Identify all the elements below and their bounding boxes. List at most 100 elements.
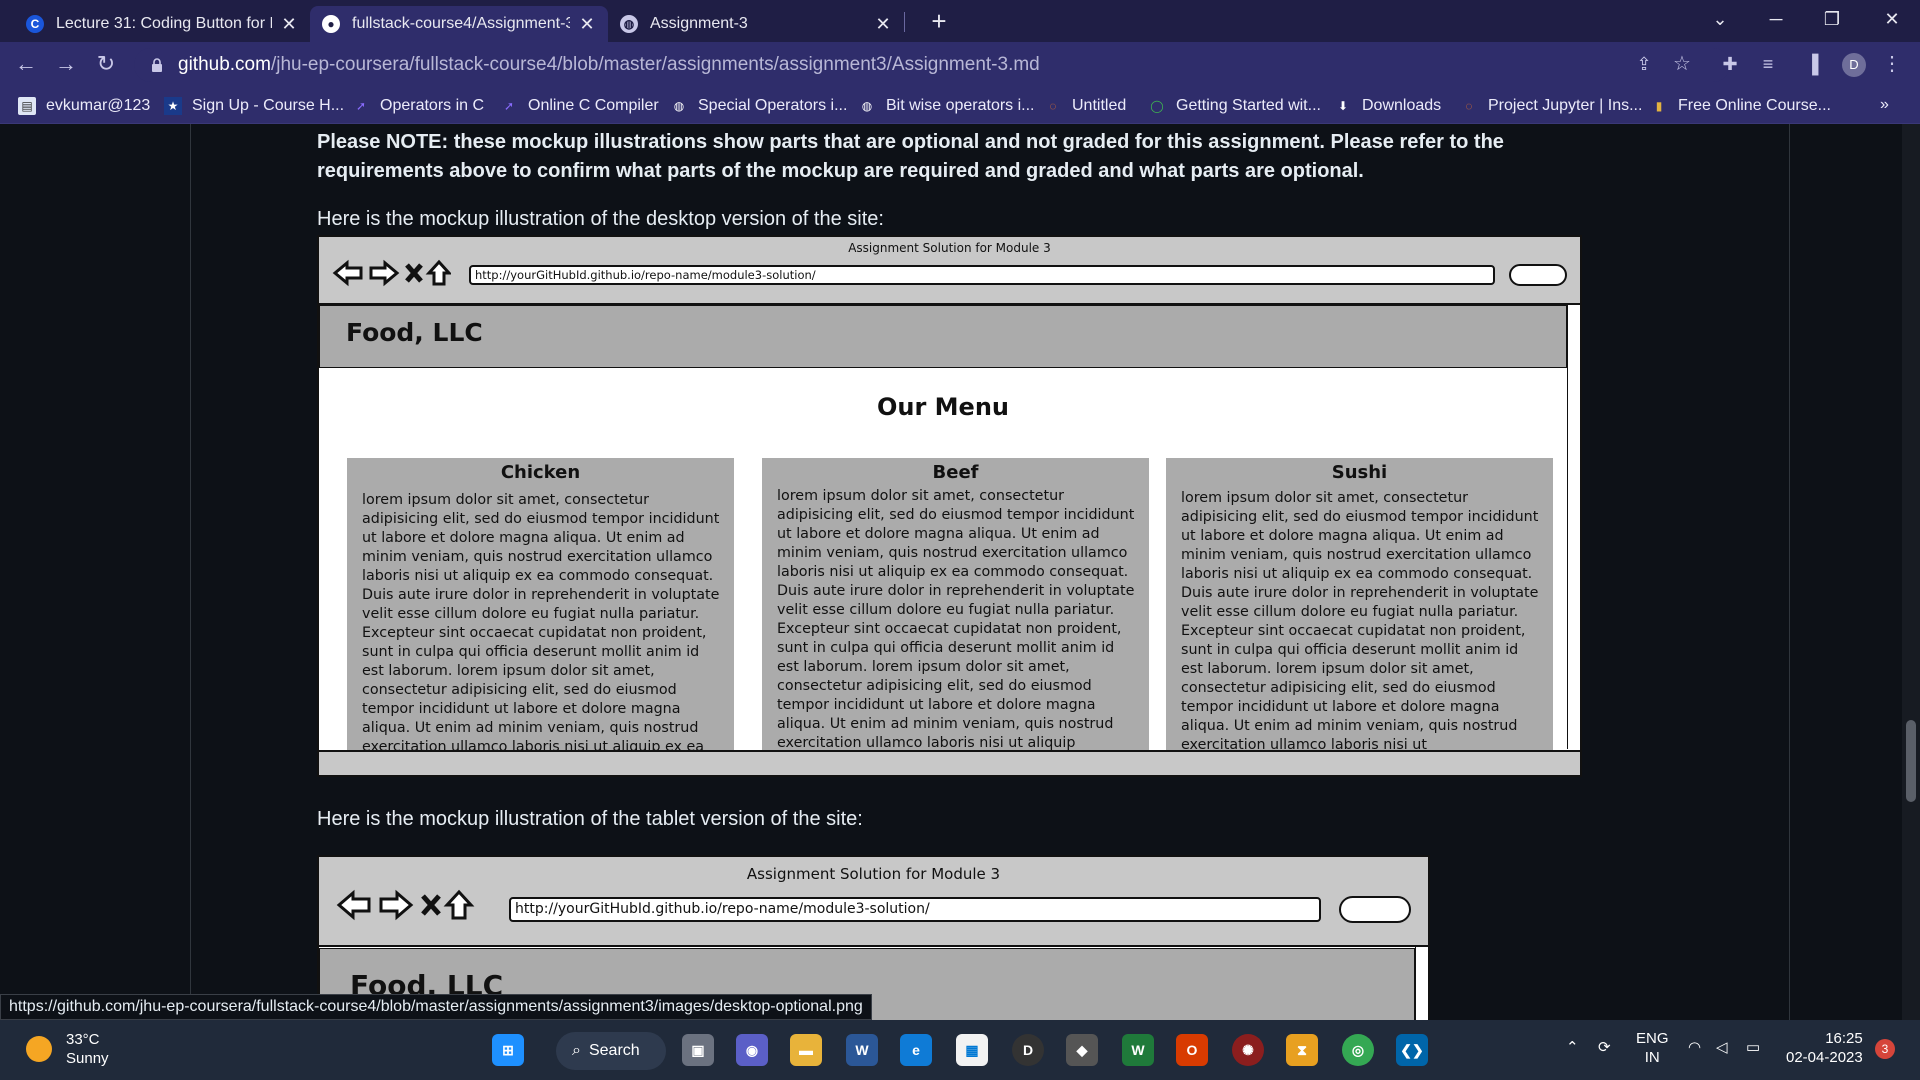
- task-view-icon[interactable]: ▣: [682, 1034, 714, 1066]
- new-tab-button[interactable]: +: [922, 6, 956, 40]
- scrollbar-thumb[interactable]: [1906, 720, 1916, 802]
- app-icon[interactable]: ✺: [1232, 1034, 1264, 1066]
- bookmark-item[interactable]: ◌ Project Jupyter | Ins...: [1460, 94, 1642, 118]
- show-hidden-icons[interactable]: ⌃: [1566, 1038, 1579, 1057]
- vscode-icon[interactable]: ❮❯: [1396, 1034, 1428, 1066]
- bookmark-label: Free Online Course...: [1678, 97, 1831, 114]
- mockup-search-icon: [1509, 264, 1567, 286]
- bookmark-item[interactable]: ➚ Operators in C: [352, 94, 484, 118]
- language-code: ENG: [1636, 1030, 1669, 1047]
- url-path: /jhu-ep-coursera/fullstack-course4/blob/…: [270, 54, 1040, 75]
- bookmark-label: Special Operators i...: [698, 97, 848, 114]
- notification-badge[interactable]: 3: [1875, 1039, 1895, 1059]
- back-button[interactable]: ←: [10, 49, 42, 81]
- tab-search-chevron-icon[interactable]: ⌄: [1692, 0, 1748, 42]
- url-domain: github.com: [178, 54, 271, 75]
- bookmarks-overflow-button[interactable]: »: [1880, 96, 1889, 114]
- clock-time: 16:25: [1825, 1030, 1863, 1047]
- w3schools-icon[interactable]: W: [1122, 1034, 1154, 1066]
- bookmark-item[interactable]: ◍ Bit wise operators i...: [858, 94, 1035, 118]
- restore-button[interactable]: ❐: [1804, 0, 1860, 42]
- desktop-mockup-image[interactable]: Assignment Solution for Module 3 http://…: [317, 235, 1582, 777]
- mockup-status-bar: [319, 750, 1580, 775]
- weather-widget[interactable]: 33°C Sunny: [26, 1030, 109, 1068]
- bookmark-label: evkumar@123: [46, 97, 151, 114]
- bookmark-label: Bit wise operators i...: [886, 97, 1035, 114]
- bookmark-item[interactable]: ▮ Free Online Course...: [1650, 94, 1831, 118]
- tab-title: Lecture 31: Coding Button for Fu: [56, 15, 272, 32]
- mockup-window-title: Assignment Solution for Module 3: [746, 865, 1001, 883]
- circle-icon: ◯: [1150, 99, 1164, 113]
- coursera-icon: C: [26, 15, 44, 33]
- mockup-nav-arrows-icon: [336, 889, 475, 921]
- bookmark-item[interactable]: ➚ Online C Compiler: [500, 94, 659, 118]
- star-icon: ★: [164, 97, 182, 115]
- bookmark-item[interactable]: ◌ Untitled: [1044, 94, 1126, 118]
- browser-menu-icon[interactable]: ⋮: [1876, 49, 1908, 81]
- mockup-window-title: Assignment Solution for Module 3: [848, 241, 1051, 255]
- bookmark-label: Downloads: [1362, 97, 1442, 114]
- sync-icon[interactable]: ⟳: [1598, 1038, 1611, 1057]
- side-panel-icon[interactable]: ▐: [1796, 49, 1828, 81]
- mockup-menu-column-sushi: Sushi lorem ipsum dolor sit amet, consec…: [1166, 458, 1553, 750]
- bookmark-item[interactable]: ◯ Getting Started wit...: [1148, 94, 1321, 118]
- column-heading: Chicken: [500, 462, 581, 483]
- battery-icon[interactable]: ▭: [1746, 1038, 1760, 1057]
- tab-lecture[interactable]: C Lecture 31: Coding Button for Fu ✕: [14, 6, 310, 42]
- edge-icon[interactable]: e: [900, 1034, 932, 1066]
- close-window-button[interactable]: ✕: [1864, 0, 1920, 42]
- mockup-header: Food, LLC: [319, 305, 1567, 368]
- tab-assignment-3[interactable]: ◍ Assignment-3 ✕: [608, 6, 904, 42]
- column-heading: Beef: [932, 462, 979, 483]
- profile-avatar[interactable]: D: [1842, 53, 1866, 77]
- bookmark-label: Getting Started wit...: [1176, 97, 1321, 114]
- minimize-button[interactable]: ─: [1748, 0, 1804, 42]
- bookmark-item[interactable]: ⬇ Downloads: [1334, 94, 1441, 118]
- security-icon[interactable]: ◆: [1066, 1034, 1098, 1066]
- teams-icon[interactable]: ◉: [736, 1034, 768, 1066]
- weather-condition: Sunny: [66, 1050, 109, 1067]
- bookmark-item[interactable]: ▤ evkumar@123: [18, 94, 150, 118]
- page-scrollbar[interactable]: [1902, 124, 1920, 1020]
- close-tab-icon[interactable]: ✕: [874, 14, 892, 35]
- clock-date: 02-04-2023: [1786, 1049, 1863, 1066]
- bookmark-arrow-icon: ➚: [503, 99, 515, 113]
- hourglass-icon[interactable]: ⧗: [1286, 1034, 1318, 1066]
- bookmark-label: Operators in C: [380, 97, 485, 114]
- windows-start-icon[interactable]: ⊞: [492, 1034, 524, 1066]
- extensions-icon[interactable]: ✚: [1714, 49, 1746, 81]
- clock[interactable]: 16:25 02-04-2023: [1786, 1029, 1863, 1067]
- chrome-icon[interactable]: ◎: [1342, 1034, 1374, 1066]
- link-hover-status: https://github.com/jhu-ep-coursera/fulls…: [0, 994, 872, 1020]
- close-tab-icon[interactable]: ✕: [578, 14, 596, 35]
- tab-separator: [904, 12, 905, 32]
- region-code: IN: [1644, 1049, 1660, 1066]
- wifi-icon[interactable]: ◠: [1688, 1038, 1701, 1057]
- close-tab-icon[interactable]: ✕: [280, 14, 298, 35]
- share-icon[interactable]: ⇪: [1628, 49, 1660, 81]
- reload-button[interactable]: ↻: [90, 49, 122, 81]
- word-icon[interactable]: W: [846, 1034, 878, 1066]
- url-text: github.com/jhu-ep-coursera/fullstack-cou…: [178, 54, 1040, 76]
- store-icon[interactable]: ▦: [956, 1034, 988, 1066]
- address-bar[interactable]: github.com/jhu-ep-coursera/fullstack-cou…: [134, 48, 1730, 82]
- globe-icon: ◍: [620, 15, 638, 33]
- bookmark-item[interactable]: ◍ Special Operators i...: [670, 94, 848, 118]
- mockup-search-icon: [1339, 896, 1411, 923]
- bookmarks-bar: ▤ evkumar@123 ★ Sign Up - Course H... ➚ Ope…: [0, 88, 1920, 124]
- language-indicator[interactable]: ENG IN: [1636, 1029, 1669, 1067]
- office-icon[interactable]: O: [1176, 1034, 1208, 1066]
- mockup-menu-title: Our Menu: [876, 393, 1009, 421]
- mockup-url-field: http://yourGitHubId.github.io/repo-name/…: [509, 897, 1321, 922]
- media-control-icon[interactable]: ≡: [1752, 49, 1784, 81]
- page-content: Please NOTE: these mockup illustrations …: [0, 124, 1920, 1020]
- dell-icon[interactable]: D: [1012, 1034, 1044, 1066]
- volume-icon[interactable]: ◁: [1716, 1038, 1728, 1057]
- file-explorer-icon[interactable]: ▬: [790, 1034, 822, 1066]
- bookmark-star-icon[interactable]: ☆: [1666, 49, 1698, 81]
- mockup-nav-icons: [335, 887, 475, 923]
- tab-github-assignment[interactable]: ● fullstack-course4/Assignment-3.r ✕: [310, 6, 608, 42]
- taskbar-search[interactable]: ⌕ Search: [556, 1032, 666, 1070]
- forward-button[interactable]: →: [50, 49, 82, 81]
- bookmark-item[interactable]: ★ Sign Up - Course H...: [164, 94, 344, 118]
